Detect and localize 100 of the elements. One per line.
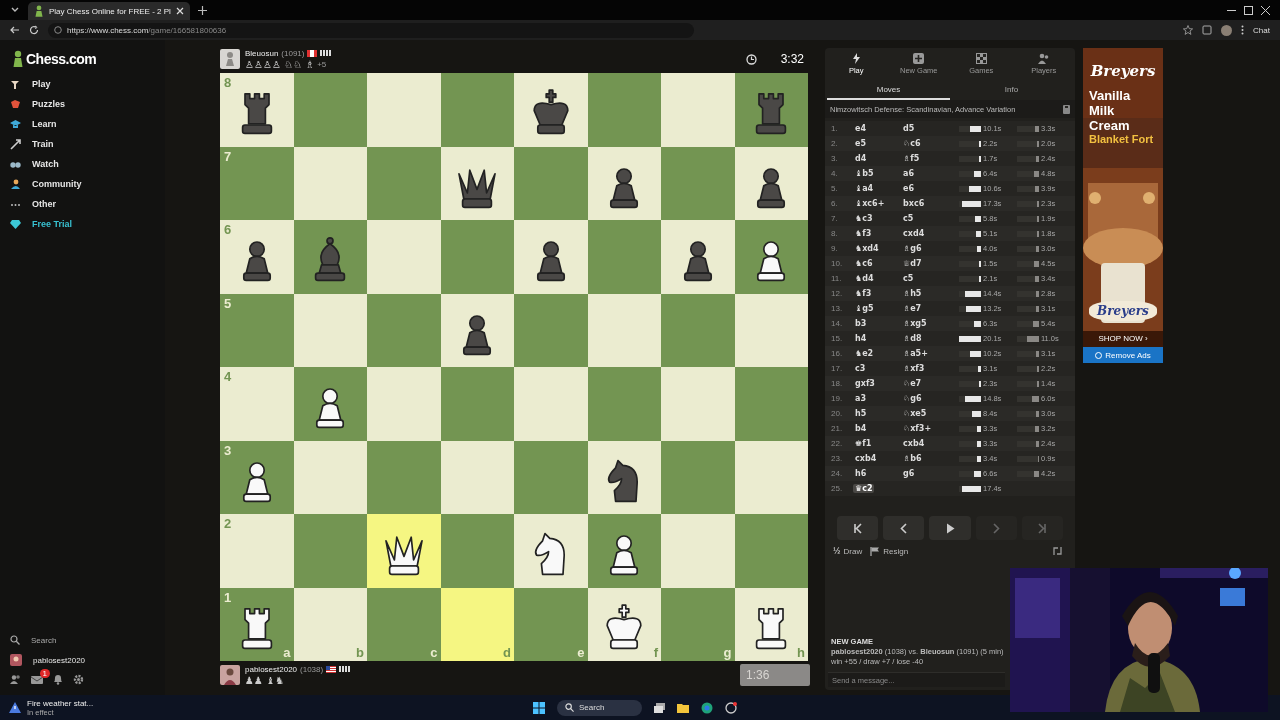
new-tab-icon[interactable] <box>197 5 207 15</box>
board-square[interactable] <box>440 146 514 220</box>
move-notation[interactable]: e4 <box>853 124 868 133</box>
move-notation[interactable]: ♞f3 <box>853 289 874 298</box>
move-notation[interactable]: ♘xf3+ <box>901 424 934 433</box>
nav-item[interactable]: Train <box>0 134 165 154</box>
book-icon[interactable] <box>1063 104 1070 114</box>
close-icon[interactable] <box>175 7 184 15</box>
nav-item[interactable]: Puzzles <box>0 94 165 114</box>
move-notation[interactable]: ♝b5 <box>853 169 876 178</box>
move-notation[interactable]: b3 <box>853 319 869 328</box>
resign-button[interactable]: Resign <box>870 546 909 556</box>
move-notation[interactable]: ♗h5 <box>901 289 924 298</box>
move-notation[interactable]: ♝a4 <box>853 184 876 193</box>
play-button[interactable] <box>929 516 971 540</box>
move-notation[interactable]: ♚f1 <box>853 439 874 448</box>
maximize-icon[interactable] <box>1244 5 1253 15</box>
nav-item[interactable]: Community <box>0 174 165 194</box>
site-info-icon[interactable] <box>54 26 62 34</box>
move-notation[interactable]: ♞c3 <box>853 214 875 223</box>
move-notation[interactable]: ♛c2 <box>853 484 875 493</box>
browser-tab[interactable]: Play Chess Online for FREE - 2 Pl <box>28 2 190 20</box>
move-notation[interactable]: h6 <box>853 469 869 478</box>
move-notation[interactable]: cxb4 <box>853 454 879 463</box>
profile-link[interactable]: pablosest2020 <box>0 650 165 670</box>
move-notation[interactable]: ♗b6 <box>901 454 924 463</box>
board-square[interactable] <box>734 146 808 220</box>
nav-item[interactable]: Other <box>0 194 165 214</box>
chat-button[interactable]: Chat <box>1253 25 1270 35</box>
move-notation[interactable]: c5 <box>901 214 916 223</box>
move-notation[interactable]: c3 <box>853 364 868 373</box>
app-icon[interactable] <box>725 701 737 714</box>
move-notation[interactable]: ♞f3 <box>853 229 874 238</box>
advertisement[interactable]: Breyers Vanilla Milk Cream Blanket Fort Breyers SHOP NOW › Remove Ads <box>1083 48 1163 363</box>
move-notation[interactable]: bxc6 <box>901 199 927 208</box>
move-notation[interactable]: cxd4 <box>901 229 927 238</box>
windows-icon[interactable] <box>533 701 545 714</box>
player-name[interactable]: Bleuosun <box>245 48 279 58</box>
board-square[interactable] <box>367 514 441 588</box>
bell-icon[interactable] <box>53 674 63 685</box>
friends-icon[interactable] <box>10 674 21 685</box>
move-notation[interactable]: ♗f5 <box>901 154 922 163</box>
board-square[interactable] <box>293 367 367 441</box>
move-notation[interactable]: ♞d4 <box>853 274 876 283</box>
search-link[interactable]: Search <box>0 630 165 650</box>
nav-item[interactable]: Watch <box>0 154 165 174</box>
star-icon[interactable] <box>1183 25 1194 35</box>
profile-avatar[interactable] <box>1221 24 1233 36</box>
board-square[interactable] <box>514 514 588 588</box>
move-notation[interactable]: ♗xg5 <box>901 319 929 328</box>
move-notation[interactable]: c5 <box>901 274 916 283</box>
move-notation[interactable]: g6 <box>901 469 917 478</box>
move-notation[interactable]: d4 <box>853 154 869 163</box>
settings-icon[interactable] <box>73 674 84 685</box>
back-icon[interactable] <box>10 25 20 35</box>
nav-item[interactable]: Learn <box>0 114 165 134</box>
move-notation[interactable]: cxb4 <box>901 439 927 448</box>
flip-board-icon[interactable] <box>1052 546 1063 556</box>
move-notation[interactable]: e6 <box>901 184 916 193</box>
board-square[interactable] <box>587 514 661 588</box>
close-icon[interactable] <box>1261 5 1270 15</box>
move-notation[interactable]: ♘c6 <box>901 139 923 148</box>
first-button[interactable] <box>837 516 879 540</box>
move-notation[interactable]: gxf3 <box>853 379 877 388</box>
move-notation[interactable]: ♗e7 <box>901 304 924 313</box>
move-notation[interactable]: ♗a5+ <box>901 349 930 358</box>
move-notation[interactable]: b4 <box>853 424 869 433</box>
board-square[interactable] <box>661 220 735 294</box>
chess-logo[interactable]: Chess.com <box>0 48 165 70</box>
move-notation[interactable]: ♗g6 <box>901 244 924 253</box>
move-notation[interactable]: h5 <box>853 409 869 418</box>
board-square[interactable] <box>587 440 661 514</box>
move-notation[interactable]: ♞c6 <box>853 259 875 268</box>
reload-icon[interactable] <box>29 25 39 35</box>
move-notation[interactable]: ♗d8 <box>901 334 924 343</box>
taskbar-search[interactable]: Search <box>557 699 642 716</box>
remove-ads-button[interactable]: Remove Ads <box>1083 347 1163 363</box>
browser-icon[interactable] <box>701 701 713 714</box>
mail-icon[interactable] <box>31 674 43 685</box>
task-view-icon[interactable] <box>654 702 665 713</box>
folder-icon[interactable] <box>677 702 689 713</box>
move-notation[interactable]: ♝g5 <box>853 304 876 313</box>
move-notation[interactable]: d5 <box>901 124 917 133</box>
move-notation[interactable]: ♝xc6+ <box>853 199 887 208</box>
move-notation[interactable]: h4 <box>853 334 869 343</box>
board-square[interactable] <box>514 73 588 147</box>
address-field[interactable]: https://www.chess.com/game/166581800636 <box>48 22 695 38</box>
panel-tab[interactable]: Info <box>950 80 1073 100</box>
move-notation[interactable]: ♞xd4 <box>853 244 881 253</box>
move-notation[interactable]: ♞e2 <box>853 349 876 358</box>
move-notation[interactable]: ♘e7 <box>901 379 924 388</box>
nav-item[interactable]: Play <box>0 74 165 94</box>
move-notation[interactable]: ♕d7 <box>901 259 924 268</box>
board-square[interactable] <box>440 293 514 367</box>
nav-item[interactable]: Free Trial <box>0 214 165 234</box>
move-notation[interactable]: a6 <box>901 169 916 178</box>
prev-button[interactable] <box>883 516 925 540</box>
draw-button[interactable]: ½ Draw <box>833 546 863 556</box>
board-square[interactable] <box>734 220 808 294</box>
player-name[interactable]: pablosest2020 <box>245 664 298 674</box>
